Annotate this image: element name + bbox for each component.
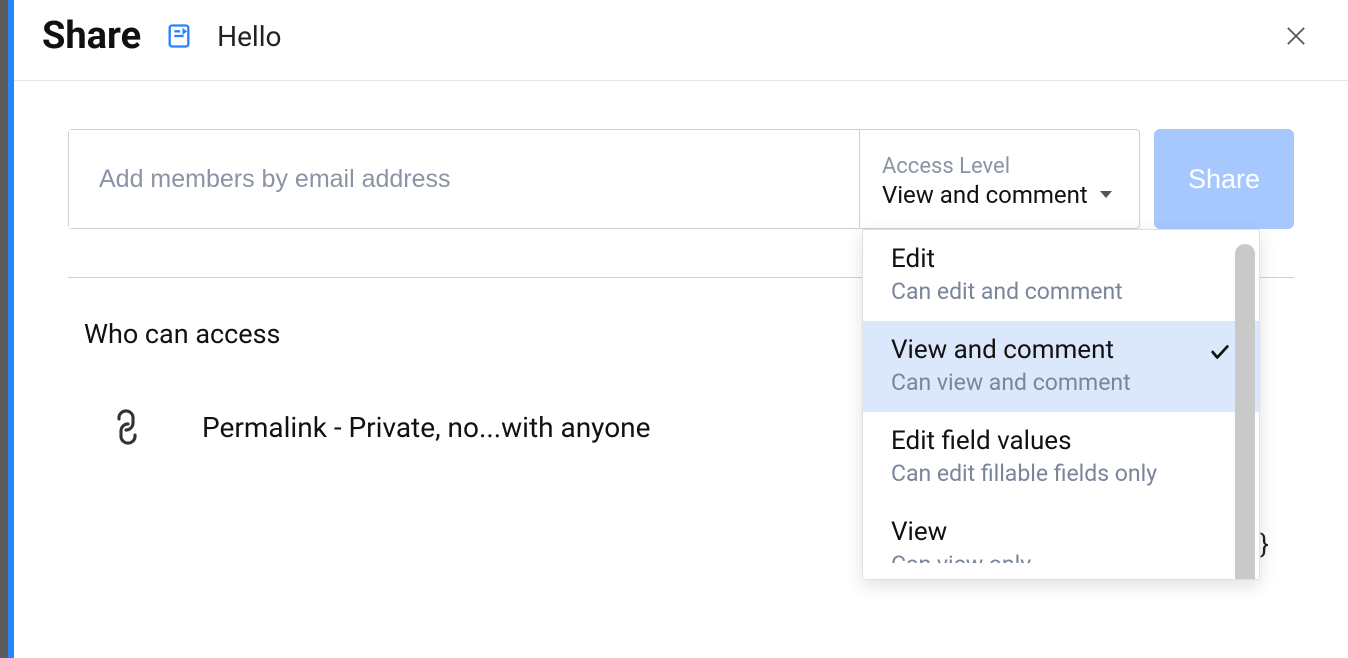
check-icon [1209,341,1231,363]
scrollbar-thumb[interactable] [1235,244,1255,580]
invite-row: Access Level View and comment Share [68,129,1294,229]
share-modal: Share Hello Access Level [8,0,1348,658]
dropdown-item-desc: Can edit and comment [891,278,1123,305]
modal-title: Share [42,14,141,58]
invite-input-box: Access Level View and comment [68,129,1140,229]
access-level-dropdown: Edit Can edit and comment View and comme… [862,229,1260,580]
dropdown-item-desc: Can view and comment [891,369,1131,396]
dropdown-item-edit[interactable]: Edit Can edit and comment [863,230,1259,321]
dropdown-item-title: View [891,517,1031,547]
document-name: Hello [217,20,281,53]
access-level-label: Access Level [882,154,1117,179]
dropdown-item-desc: Can view only [891,551,1031,563]
modal-header: Share Hello [14,0,1348,81]
permalink-text: Permalink - Private, no...with anyone [202,411,651,444]
dropdown-item-edit-field-values[interactable]: Edit field values Can edit fillable fiel… [863,412,1259,503]
share-button[interactable]: Share [1154,129,1294,229]
close-button[interactable] [1280,20,1312,52]
email-input[interactable] [69,130,859,228]
dropdown-item-title: Edit [891,244,1123,274]
document-icon [165,22,193,50]
dropdown-item-title: Edit field values [891,426,1157,456]
dropdown-item-desc: Can edit fillable fields only [891,460,1157,487]
dropdown-item-title: View and comment [891,335,1131,365]
caret-down-icon [1100,191,1112,198]
decor-character: } [1260,530,1269,560]
dropdown-item-view[interactable]: View Can view only [863,503,1259,579]
access-level-dropdown-trigger[interactable]: Access Level View and comment [859,130,1139,228]
link-icon [103,403,151,451]
dropdown-item-view-comment[interactable]: View and comment Can view and comment [863,321,1259,412]
access-level-value: View and comment [882,181,1088,209]
modal-body: Access Level View and comment Share Who … [14,81,1348,658]
